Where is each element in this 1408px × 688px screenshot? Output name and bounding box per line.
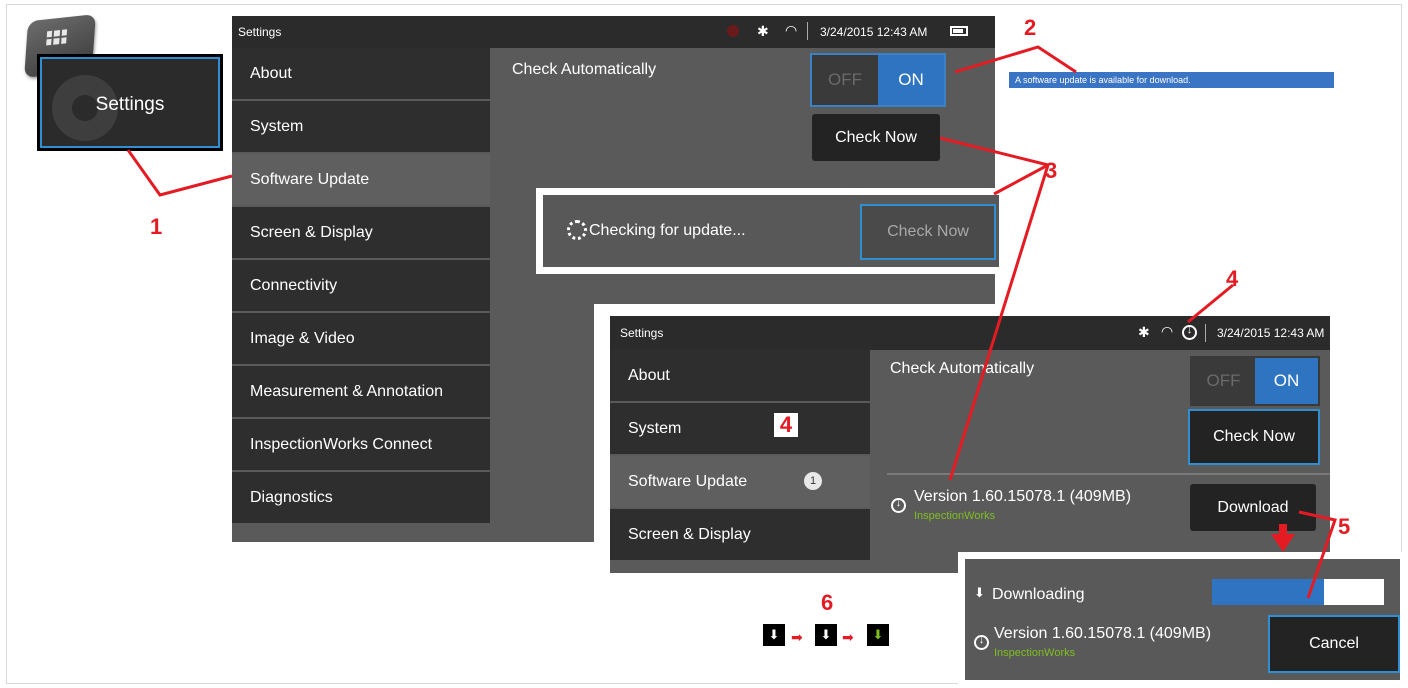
download-state-icon-complete: ⬇ — [867, 624, 889, 646]
callout-line-1 — [126, 149, 233, 197]
download-state-icon-white: ⬇ — [763, 624, 785, 646]
arrow-right-icon: ➡ — [842, 629, 854, 645]
callout-4: 4 — [1226, 266, 1239, 291]
callout-3: 3 — [1045, 158, 1058, 183]
callout-5: 5 — [1338, 514, 1351, 539]
callout-6: 6 — [821, 590, 834, 615]
callout-line-3c — [948, 164, 1050, 481]
download-state-icon-progress: ⬇ — [815, 624, 837, 646]
arrow-right-icon: ➡ — [791, 629, 803, 645]
callout-4-badge: 4 — [774, 413, 798, 437]
callout-line-3a — [939, 136, 1049, 167]
callout-lines — [126, 45, 1337, 599]
callout-line-5 — [1298, 510, 1337, 599]
callout-2: 2 — [1024, 15, 1037, 40]
callout-line-2 — [954, 45, 1077, 74]
callout-1: 1 — [150, 214, 163, 239]
